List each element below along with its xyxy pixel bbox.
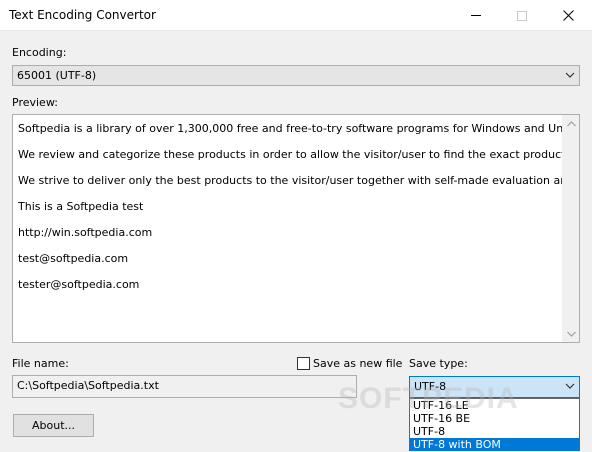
chevron-down-icon — [565, 72, 575, 78]
maximize-icon — [517, 10, 527, 21]
save-type-select[interactable]: UTF-8 — [409, 376, 580, 398]
save-as-new-file-checkbox[interactable] — [297, 357, 310, 370]
scroll-up-button[interactable] — [563, 115, 579, 132]
chevron-down-icon — [567, 331, 576, 337]
chevron-up-icon — [567, 120, 576, 126]
close-icon — [562, 10, 574, 21]
preview-vertical-scrollbar[interactable] — [562, 115, 579, 342]
chevron-down-icon — [565, 383, 575, 389]
encoding-selected-value: 65001 (UTF-8) — [17, 69, 97, 82]
preview-content: Softpedia is a library of over 1,300,000… — [18, 122, 562, 304]
preview-textarea[interactable]: Softpedia is a library of over 1,300,000… — [12, 114, 580, 343]
preview-line: We review and categorize these products … — [18, 148, 562, 161]
save-type-selected-value: UTF-8 — [414, 380, 447, 393]
minimize-icon — [471, 15, 481, 16]
encoding-select[interactable]: 65001 (UTF-8) — [12, 65, 580, 86]
preview-line: test@softpedia.com — [18, 252, 129, 265]
save-type-dropdown-list: UTF-16 LE UTF-16 BE UTF-8 UTF-8 with BOM — [409, 398, 580, 451]
scroll-down-button[interactable] — [563, 325, 579, 342]
save-type-label: Save type: — [409, 357, 468, 370]
preview-line: Softpedia is a library of over 1,300,000… — [18, 122, 562, 135]
dropdown-option-utf8[interactable]: UTF-8 — [410, 425, 579, 438]
file-name-field[interactable]: C:\Softpedia\Softpedia.txt — [12, 375, 357, 398]
dropdown-option-utf16le[interactable]: UTF-16 LE — [410, 399, 579, 412]
dropdown-option-utf16be[interactable]: UTF-16 BE — [410, 412, 579, 425]
close-button[interactable] — [545, 0, 591, 31]
encoding-label: Encoding: — [12, 46, 67, 59]
window-title: Text Encoding Convertor — [9, 8, 156, 22]
dropdown-option-utf8-bom[interactable]: UTF-8 with BOM — [410, 438, 579, 451]
file-name-label: File name: — [12, 357, 69, 370]
preview-line: We strive to deliver only the best produ… — [18, 174, 562, 187]
preview-line: This is a Softpedia test — [18, 200, 144, 213]
maximize-button[interactable] — [499, 0, 545, 31]
preview-line: http://win.softpedia.com — [18, 226, 153, 239]
save-as-new-file-label[interactable]: Save as new file — [313, 357, 402, 370]
preview-label: Preview: — [12, 96, 58, 109]
title-bar: Text Encoding Convertor — [0, 0, 592, 31]
preview-line: tester@softpedia.com — [18, 278, 140, 291]
about-button[interactable]: About... — [13, 414, 94, 437]
file-name-value: C:\Softpedia\Softpedia.txt — [17, 379, 159, 392]
minimize-button[interactable] — [453, 0, 499, 31]
